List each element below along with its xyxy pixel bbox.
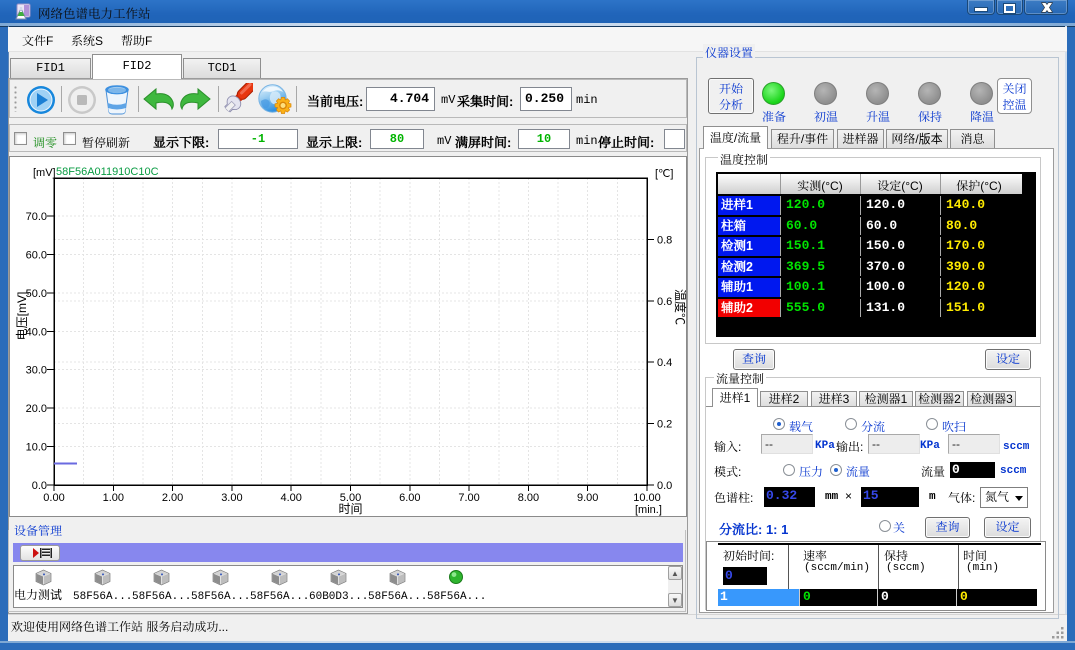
svg-text:0.2: 0.2 [657, 419, 672, 431]
svg-text:30.0: 30.0 [26, 365, 47, 377]
svg-text:58F56A...: 58F56A... [132, 591, 191, 603]
svg-text:58F56A011910C10C: 58F56A011910C10C [56, 166, 159, 178]
svg-text:9.00: 9.00 [577, 492, 598, 504]
svg-text:[min.]: [min.] [635, 504, 662, 516]
svg-text:58F56A...: 58F56A... [427, 591, 486, 603]
svg-text:[mV]: [mV] [33, 167, 56, 179]
svg-text:58F56A...: 58F56A... [73, 591, 132, 603]
svg-text:20.0: 20.0 [26, 403, 47, 415]
svg-text:温度℃: 温度℃ [673, 289, 687, 325]
svg-text:0.00: 0.00 [43, 492, 64, 504]
svg-text:10.00: 10.00 [633, 492, 661, 504]
svg-text:2.00: 2.00 [162, 492, 183, 504]
svg-text:0.8: 0.8 [657, 234, 672, 246]
svg-text:7.00: 7.00 [458, 492, 479, 504]
svg-text:0.6: 0.6 [657, 296, 672, 308]
svg-text:58F56A...: 58F56A... [191, 591, 250, 603]
svg-text:8.00: 8.00 [518, 492, 539, 504]
svg-text:电压[mV]: 电压[mV] [15, 292, 29, 341]
svg-text:4.00: 4.00 [280, 492, 301, 504]
svg-text:60B0D3...: 60B0D3... [309, 591, 368, 603]
svg-text:[℃]: [℃] [655, 168, 673, 180]
svg-text:时间: 时间 [338, 502, 362, 516]
svg-text:0.0: 0.0 [32, 480, 47, 492]
svg-text:0.4: 0.4 [657, 357, 672, 369]
svg-text:电力测试: 电力测试 [14, 587, 62, 602]
svg-text:3.00: 3.00 [221, 492, 242, 504]
svg-text:60.0: 60.0 [26, 249, 47, 261]
svg-text:6.00: 6.00 [399, 492, 420, 504]
svg-text:70.0: 70.0 [26, 211, 47, 223]
svg-text:0.0: 0.0 [657, 480, 672, 492]
svg-text:10.0: 10.0 [26, 442, 47, 454]
svg-text:1.00: 1.00 [103, 492, 124, 504]
svg-text:58F56A...: 58F56A... [368, 591, 427, 603]
svg-text:58F56A...: 58F56A... [250, 591, 309, 603]
